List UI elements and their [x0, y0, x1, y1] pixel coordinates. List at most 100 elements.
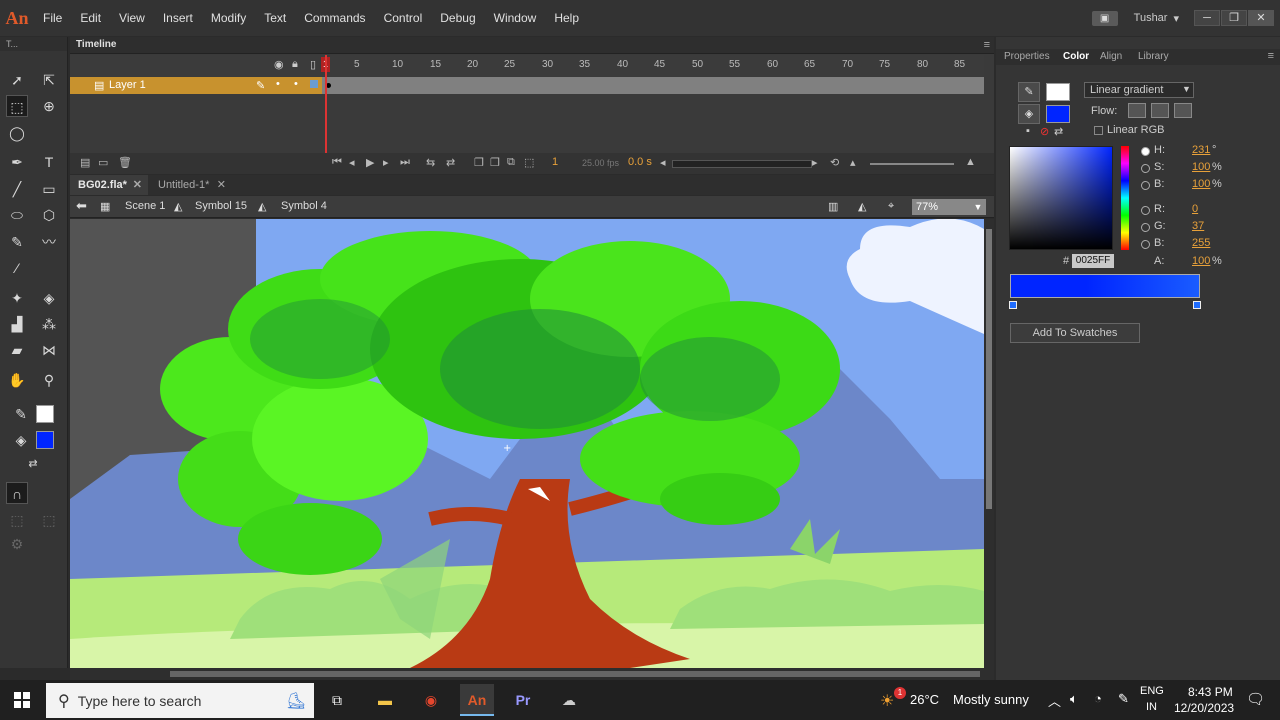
eyedropper-tool-icon[interactable]: ⁂: [38, 313, 60, 335]
menu-window[interactable]: Window: [485, 0, 546, 36]
smooth-icon[interactable]: ⬚: [6, 509, 28, 531]
onion-outline-icon[interactable]: ❐: [490, 156, 500, 169]
language-top[interactable]: ENG: [1140, 685, 1164, 697]
swap-icon[interactable]: ⇄: [1054, 125, 1063, 138]
fill-color-swatch[interactable]: [36, 431, 54, 449]
eraser-tool-icon[interactable]: ▰: [6, 339, 28, 361]
pencil-tool-icon[interactable]: ✎: [6, 231, 28, 253]
vertical-scroll-thumb[interactable]: [986, 229, 992, 509]
fill-bucket-icon[interactable]: ◈: [1018, 104, 1040, 124]
doc-tab-untitled[interactable]: Untitled-1* ✕: [150, 175, 232, 195]
weather-icon[interactable]: ☀: [880, 691, 894, 711]
stroke-pencil-icon[interactable]: ✎: [1018, 82, 1040, 102]
menu-help[interactable]: Help: [545, 0, 588, 36]
weather-temp[interactable]: 26°C: [910, 692, 939, 707]
panel-menu-icon[interactable]: ≡: [984, 39, 990, 51]
elapsed-time-value[interactable]: 0.0 s: [628, 156, 652, 168]
volume-icon[interactable]: 🔈︎: [1070, 691, 1078, 707]
color-picker-field[interactable]: [1009, 146, 1113, 250]
loop-icon[interactable]: ⇆: [426, 156, 435, 169]
fill-color-icon[interactable]: ◈: [10, 429, 32, 451]
menu-debug[interactable]: Debug: [431, 0, 484, 36]
new-layer-icon[interactable]: ▤: [80, 156, 90, 169]
notifications-icon[interactable]: 🗨︎: [1246, 690, 1265, 708]
menu-commands[interactable]: Commands: [295, 0, 374, 36]
menu-control[interactable]: Control: [375, 0, 432, 36]
large-zoom-icon[interactable]: ▲: [965, 156, 976, 168]
outline-square-icon[interactable]: [310, 80, 318, 88]
rotate-icon[interactable]: ⟲: [830, 156, 839, 169]
flow-repeat-button[interactable]: [1174, 103, 1192, 118]
layer-row[interactable]: ▤ Layer 1 ✎ • •: [70, 77, 984, 94]
language-bottom[interactable]: IN: [1146, 701, 1157, 713]
visibility-dot-icon[interactable]: •: [276, 78, 280, 90]
menu-modify[interactable]: Modify: [202, 0, 255, 36]
menu-view[interactable]: View: [110, 0, 154, 36]
green-value[interactable]: 37: [1192, 220, 1204, 232]
menu-edit[interactable]: Edit: [71, 0, 110, 36]
show-hidden-icons[interactable]: ︿: [1048, 691, 1061, 710]
tab-library[interactable]: Library: [1138, 51, 1169, 62]
horizontal-scroll-thumb[interactable]: [170, 671, 980, 677]
close-tab-icon[interactable]: ✕: [217, 175, 226, 195]
edit-pencil-icon[interactable]: ✎: [256, 79, 265, 92]
hand-tool-icon[interactable]: ✋: [6, 369, 28, 391]
tab-align[interactable]: Align: [1100, 51, 1122, 62]
breadcrumb-symbol-4[interactable]: Symbol 4: [281, 200, 327, 212]
gradient-stop-right[interactable]: [1193, 301, 1201, 309]
zoom-dropdown-icon[interactable]: ▼: [970, 199, 986, 215]
tab-color[interactable]: Color: [1063, 51, 1089, 62]
layer-name-cell[interactable]: ▤ Layer 1 ✎ • •: [70, 77, 322, 94]
alpha-value[interactable]: 100: [1192, 255, 1210, 267]
snap-to-objects-icon[interactable]: ∩: [6, 482, 28, 504]
paint-brush-tool-icon[interactable]: ⁄: [6, 257, 28, 279]
brush-tool-icon[interactable]: 〰: [38, 231, 60, 253]
timeline-hscroll[interactable]: [672, 160, 812, 168]
brightness-value[interactable]: 100: [1192, 178, 1210, 190]
lock-icon[interactable]: 🔒︎: [292, 58, 298, 71]
go-to-last-frame-icon[interactable]: ⏭: [400, 156, 410, 169]
workspace-icon[interactable]: ▣: [1091, 10, 1118, 26]
swap-colors-icon[interactable]: ⇄: [22, 453, 44, 475]
onion-skin-icon[interactable]: ❐: [474, 156, 484, 169]
saturation-value[interactable]: 100: [1192, 161, 1210, 173]
modify-markers-icon[interactable]: ⬚: [524, 156, 534, 169]
go-to-first-frame-icon[interactable]: ⏮: [332, 156, 342, 169]
timeline-zoom-slider[interactable]: [870, 163, 954, 165]
scroll-right-icon[interactable]: ▸: [812, 156, 818, 169]
minimize-button[interactable]: ─: [1194, 10, 1220, 26]
checkbox-box[interactable]: [1094, 125, 1103, 135]
hex-input[interactable]: 0025FF: [1072, 254, 1114, 268]
options-icon[interactable]: ⚙: [6, 533, 28, 555]
center-stage-icon[interactable]: ⌖: [888, 200, 894, 213]
clock-time[interactable]: 8:43 PM: [1188, 685, 1233, 699]
task-view-icon[interactable]: ⧉: [320, 684, 354, 716]
breadcrumb-scene[interactable]: Scene 1: [125, 200, 165, 212]
tab-properties[interactable]: Properties: [1004, 51, 1050, 62]
breadcrumb-symbol-15[interactable]: Symbol 15: [195, 200, 247, 212]
stage-horizontal-scrollbar[interactable]: [70, 668, 994, 680]
red-value[interactable]: 0: [1192, 203, 1198, 215]
pen-icon[interactable]: ✎: [1118, 691, 1129, 707]
doc-tab-bg02[interactable]: BG02.fla* ✕: [70, 175, 148, 195]
menu-insert[interactable]: Insert: [154, 0, 202, 36]
radio-red[interactable]: [1141, 206, 1150, 215]
stroke-color-swatch[interactable]: [36, 405, 54, 423]
user-caret-icon[interactable]: ▾: [1173, 12, 1179, 25]
premiere-app-icon[interactable]: Pr: [506, 684, 540, 716]
menu-text[interactable]: Text: [255, 0, 295, 36]
back-arrow-icon[interactable]: ⬅: [76, 198, 87, 214]
small-zoom-icon[interactable]: ▴: [850, 156, 856, 169]
paint-bucket-tool-icon[interactable]: ◈: [38, 287, 60, 309]
gradient-bar[interactable]: [1010, 274, 1200, 298]
stroke-color-swatch[interactable]: [1046, 83, 1070, 101]
edit-symbols-icon[interactable]: ◭: [858, 200, 866, 213]
oval-tool-icon[interactable]: ⬭: [6, 204, 28, 226]
hue-slider[interactable]: [1121, 146, 1129, 250]
clock-date[interactable]: 12/20/2023: [1174, 701, 1234, 715]
zoom-tool-icon[interactable]: ⚲: [38, 369, 60, 391]
menu-file[interactable]: File: [34, 0, 71, 36]
stage-canvas[interactable]: +: [70, 219, 984, 668]
pen-tool-icon[interactable]: ✒: [6, 151, 28, 173]
file-explorer-icon[interactable]: ▬: [368, 684, 402, 716]
